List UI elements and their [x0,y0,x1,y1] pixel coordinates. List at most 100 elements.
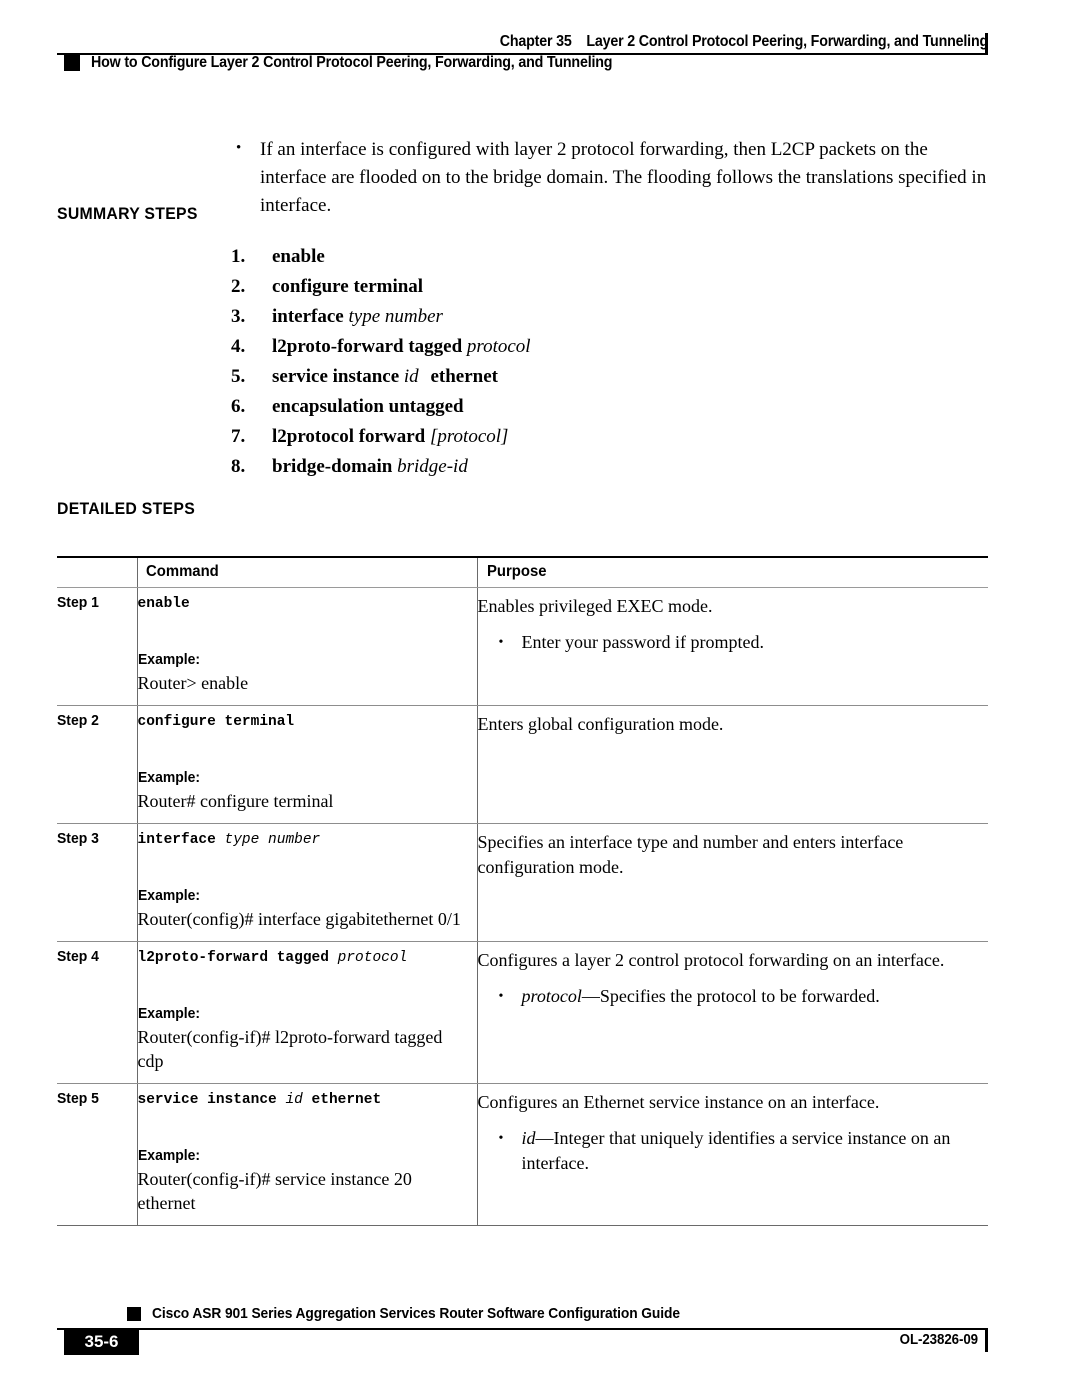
summary-step-number: 4. [231,336,246,357]
summary-step-8: 8. bridge-domain bridge-id [231,452,831,482]
step-label-cell: Step 2 [57,705,137,824]
purpose-bullet-list: • Enter your password if prompted. [478,630,983,655]
command-syntax: configure terminal [137,714,295,730]
example-label: Example: [137,887,200,904]
summary-step-command: bridge-domain [272,456,393,477]
header-square-bullet-icon [64,55,80,71]
footer-guide-title: Cisco ASR 901 Series Aggregation Service… [152,1305,680,1322]
summary-step-command-tail: ethernet [430,366,498,387]
purpose-text: Configures an Ethernet service instance … [477,1092,880,1112]
summary-step-number: 3. [231,306,246,327]
step-label-cell: Step 4 [57,941,137,1084]
header-edge-tick [985,33,988,55]
summary-step-command: l2proto-forward tagged [272,336,463,357]
purpose-cell: Specifies an interface type and number a… [476,823,988,942]
step-label-cell: Step 1 [57,587,137,706]
purpose-bullet-item: • id—Integer that uniquely identifies a s… [478,1126,983,1176]
command-syntax: interface type number [137,832,321,848]
table-row: Step 2 configure terminal Example: Route… [57,705,988,824]
command-cell: configure terminal Example: Router# conf… [136,705,477,824]
summary-step-3: 3. interface type number [231,302,831,332]
purpose-cell: Enables privileged EXEC mode. • Enter you… [476,587,988,706]
step-label-cell: Step 3 [57,823,137,942]
purpose-cell: Configures an Ethernet service instance … [476,1083,988,1226]
purpose-text: Specifies an interface type and number a… [477,832,904,877]
summary-step-argument: bridge-id [397,456,468,477]
page-header: Chapter 35 Layer 2 Control Protocol Peeri… [0,0,1080,95]
command-cell: l2proto-forward tagged protocol Example:… [136,941,477,1084]
example-label: Example: [137,1005,200,1022]
bullet-dot-icon: • [498,635,504,650]
footer-document-id: OL-23826-09 [899,1332,978,1348]
example-code: Router# configure terminal [137,791,334,811]
header-chapter-title: Layer 2 Control Protocol Peering, Forwar… [586,33,988,50]
command-argument: protocol [337,950,408,966]
intro-bullet-text: If an interface is configured with layer… [260,139,987,216]
step-label-cell: Step 5 [57,1083,137,1226]
purpose-bullet-term: id [521,1128,536,1148]
summary-step-number: 8. [231,456,246,477]
detailed-steps-table: Command Purpose Step 1 enable Example: R… [57,556,988,1226]
command-argument: id [285,1092,303,1108]
example-code: Router(config)# interface gigabitetherne… [137,909,461,929]
command-keyword-tail: ethernet [311,1092,382,1108]
summary-step-argument: [protocol] [429,426,509,447]
column-header-command: Command [136,556,477,588]
example-code: Router(config-if)# service instance 20 e… [137,1169,412,1213]
purpose-bullet-term: protocol [521,986,582,1006]
intro-bullet-item: • If an interface is configured with lay… [236,136,991,220]
summary-step-number: 7. [231,426,246,447]
summary-step-command: service instance [272,366,400,387]
command-cell: enable Example: Router> enable [136,587,477,706]
command-syntax: service instance id ethernet [137,1092,382,1108]
header-section-title: How to Configure Layer 2 Control Protoco… [91,54,613,71]
example-code: Router> enable [137,673,249,693]
bullet-dot-icon: • [498,1131,504,1146]
bullet-dot-icon: • [236,140,242,156]
example-label: Example: [137,769,200,786]
example-code: Router(config-if)# l2proto-forward tagge… [137,1027,443,1071]
summary-step-argument: type number [348,306,443,327]
summary-step-1: 1. enable [231,242,831,272]
summary-step-argument: protocol [466,336,531,357]
purpose-bullet-item: • Enter your password if prompted. [478,630,983,655]
bullet-dot-icon: • [498,989,504,1004]
summary-step-number: 6. [231,396,246,417]
purpose-cell: Enters global configuration mode. [476,705,988,824]
header-chapter-number: Chapter 35 [499,33,572,50]
command-cell: service instance id ethernet Example: Ro… [136,1083,477,1226]
purpose-text: Enables privileged EXEC mode. [477,596,713,616]
purpose-bullet-text: —Integer that uniquely identifies a serv… [521,1128,951,1173]
summary-step-7: 7. l2protocol forward [protocol] [231,422,831,452]
summary-step-command: l2protocol forward [272,426,426,447]
purpose-text: Enters global configuration mode. [477,714,724,734]
summary-step-argument: id [403,366,419,387]
purpose-text: Configures a layer 2 control protocol fo… [477,950,945,970]
purpose-cell: Configures a layer 2 control protocol fo… [476,941,988,1084]
summary-step-5: 5. service instance id ethernet [231,362,831,392]
summary-steps-list: 1. enable 2. configure terminal 3. inter… [231,242,831,482]
summary-step-4: 4. l2proto-forward tagged protocol [231,332,831,362]
footer-page-number: 35-6 [84,1332,119,1351]
footer-rule [57,1328,988,1330]
summary-step-2: 2. configure terminal [231,272,831,302]
summary-step-command: encapsulation untagged [272,396,464,417]
summary-step-number: 2. [231,276,246,297]
footer-edge-tick [985,1330,988,1352]
summary-step-number: 5. [231,366,246,387]
header-chapter-line: Chapter 35 Layer 2 Control Protocol Peeri… [131,33,988,51]
summary-step-command: configure terminal [272,276,424,297]
table-row: Step 5 service instance id ethernet Exam… [57,1083,988,1226]
footer-square-bullet-icon [127,1307,141,1321]
example-label: Example: [137,651,200,668]
table-row: Step 4 l2proto-forward tagged protocol E… [57,941,988,1084]
table-header-row: Command Purpose [57,556,988,588]
command-argument: type number [224,832,321,848]
command-cell: interface type number Example: Router(co… [136,823,477,942]
summary-step-command: enable [272,246,325,267]
purpose-bullet-list: • id—Integer that uniquely identifies a s… [478,1126,983,1176]
summary-steps-heading: SUMMARY STEPS [57,204,198,223]
summary-step-command: interface [272,306,344,327]
summary-step-6: 6. encapsulation untagged [231,392,831,422]
detailed-steps-heading: DETAILED STEPS [57,499,196,518]
